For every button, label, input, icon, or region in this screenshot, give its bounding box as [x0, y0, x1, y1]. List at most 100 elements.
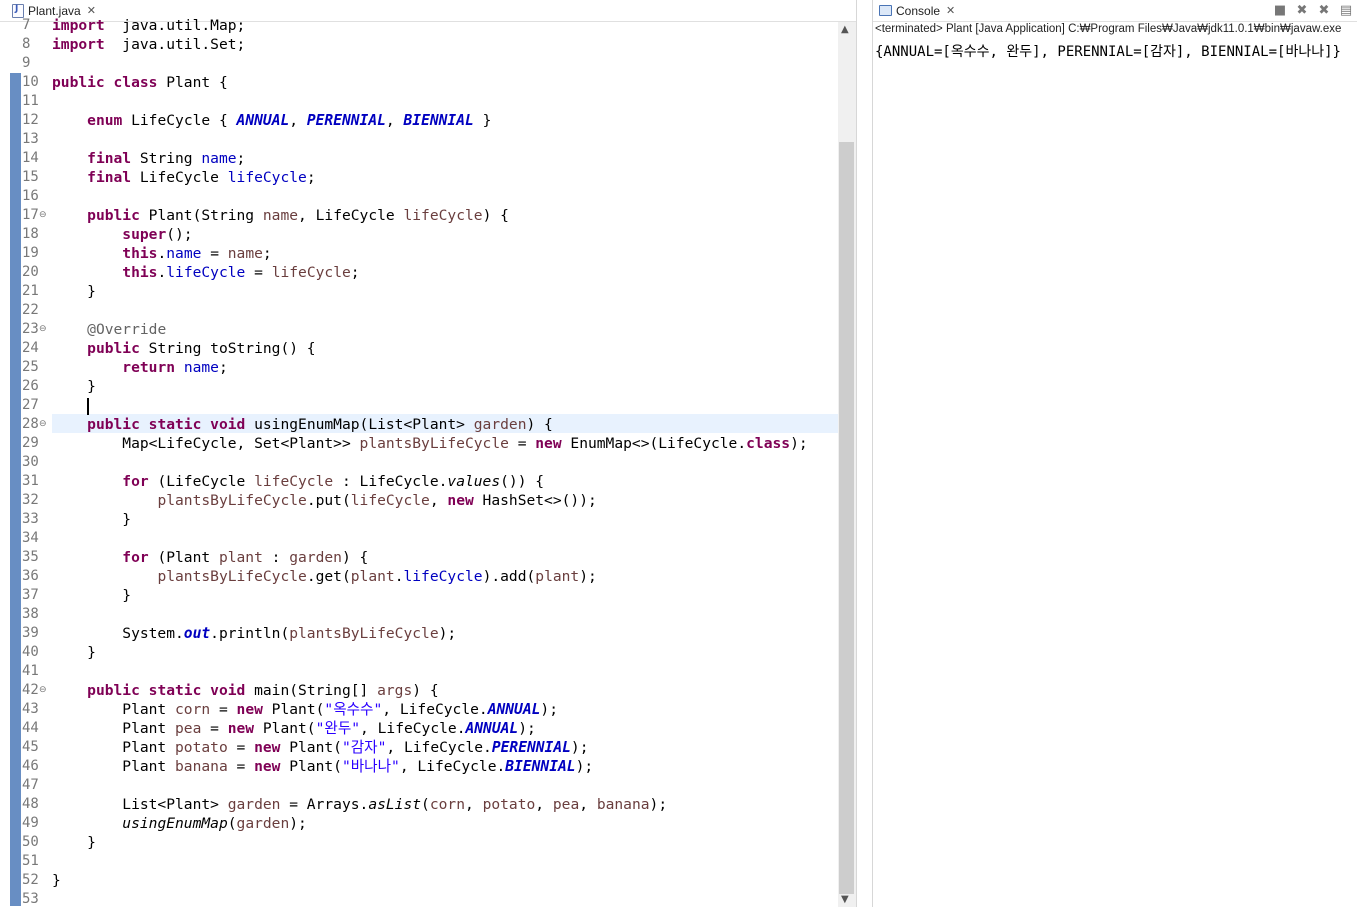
code-line[interactable]: 15 final LifeCycle lifeCycle; — [0, 168, 838, 187]
code-token: name — [183, 359, 219, 376]
code-token: .put( — [306, 492, 351, 509]
code-editor[interactable]: Plant.java ✕ 7 import java.util.Map; 8 impo… — [0, 0, 857, 907]
code-line[interactable]: 14 final String name; — [0, 149, 838, 168]
fold-toggle-icon[interactable]: ⊖ — [39, 320, 47, 339]
code-line[interactable]: 52} — [0, 871, 838, 890]
code-token: lifeCycle — [166, 264, 246, 281]
code-token: import — [52, 36, 105, 53]
code-line[interactable]: 12 enum LifeCycle { ANNUAL, PERENNIAL, B… — [0, 111, 838, 130]
scrollbar-thumb[interactable] — [839, 142, 854, 894]
code-token: ); — [790, 435, 808, 452]
code-line[interactable]: 36 plantsByLifeCycle.get(plant.lifeCycle… — [0, 567, 838, 586]
code-line[interactable]: 30 — [0, 453, 838, 472]
code-token: pea — [175, 720, 202, 737]
code-line[interactable]: 46 Plant banana = new Plant("바나나", LifeC… — [0, 757, 838, 776]
code-line[interactable]: 23 ⊖ @Override — [0, 320, 838, 339]
java-file-icon — [12, 3, 24, 18]
code-line[interactable]: 42 ⊖ public static void main(String[] arg… — [0, 681, 838, 700]
tab-console[interactable]: Console ✕ — [879, 2, 955, 19]
console-output[interactable]: {ANNUAL=[옥수수, 완두], PERENNIAL=[감자], BIENN… — [875, 41, 1341, 61]
terminate-icon[interactable]: ■ — [1272, 3, 1288, 18]
code-text — [52, 396, 90, 415]
code-token: ; — [306, 169, 316, 186]
code-token: Plant — [52, 701, 176, 718]
code-line[interactable]: 53 — [0, 890, 838, 907]
console-toolbar: ■ ✖ ✖ ▤ — [1272, 1, 1354, 19]
code-line[interactable]: 17 ⊖ public Plant(String name, LifeCycle … — [0, 206, 838, 225]
code-token: out — [183, 625, 211, 642]
remove-all-terminated-icon[interactable]: ✖ — [1316, 3, 1332, 18]
remove-launch-icon[interactable]: ✖ — [1294, 3, 1310, 18]
code-line[interactable]: 29 Map<LifeCycle, Set<Plant>> plantsByLi… — [0, 434, 838, 453]
code-line[interactable]: 48 List<Plant> garden = Arrays.asList(co… — [0, 795, 838, 814]
code-line[interactable]: 20 this.lifeCycle = lifeCycle; — [0, 263, 838, 282]
code-token: , LifeCycle. — [399, 758, 506, 775]
code-token: plant — [218, 549, 263, 566]
scroll-down-icon[interactable]: ▼ — [841, 894, 849, 905]
code-line[interactable]: 47 — [0, 776, 838, 795]
code-line[interactable]: 34 — [0, 529, 838, 548]
fold-toggle-icon[interactable]: ⊖ — [39, 681, 47, 700]
code-line[interactable]: 37 } — [0, 586, 838, 605]
code-line[interactable]: 16 — [0, 187, 838, 206]
console-icon — [879, 5, 892, 16]
code-token: ); — [575, 758, 594, 775]
code-line[interactable]: 49 usingEnumMap(garden); — [0, 814, 838, 833]
vertical-scrollbar[interactable]: ▲ ▼ — [838, 22, 856, 907]
code-line[interactable]: 32 plantsByLifeCycle.put(lifeCycle, new … — [0, 491, 838, 510]
line-number: 53 — [22, 891, 39, 907]
code-text: } — [52, 833, 96, 852]
code-token: BIENNIAL — [505, 758, 576, 775]
code-line[interactable]: 44 Plant pea = new Plant("완두", LifeCycle… — [0, 719, 838, 738]
fold-toggle-icon[interactable]: ⊖ — [39, 206, 47, 225]
code-token: super — [122, 226, 167, 243]
code-token: . — [157, 264, 167, 281]
code-line[interactable]: 31 for (LifeCycle lifeCycle : LifeCycle.… — [0, 472, 838, 491]
code-line[interactable]: 33 } — [0, 510, 838, 529]
close-icon[interactable]: ✕ — [87, 4, 96, 17]
code-line[interactable]: 18 super(); — [0, 225, 838, 244]
code-line[interactable]: 13 — [0, 130, 838, 149]
code-line[interactable]: 38 — [0, 605, 838, 624]
code-line[interactable]: 8 import java.util.Set; — [0, 35, 838, 54]
code-line[interactable]: 35 for (Plant plant : garden) { — [0, 548, 838, 567]
code-line[interactable]: 26 } — [0, 377, 838, 396]
code-token: Plant — [52, 758, 176, 775]
code-line[interactable]: 7 import java.util.Map; — [0, 17, 838, 35]
code-line[interactable]: 25 return name; — [0, 358, 838, 377]
code-line[interactable]: 45 Plant potato = new Plant("감자", LifeCy… — [0, 738, 838, 757]
line-number: 8 — [22, 36, 31, 52]
scroll-up-icon[interactable]: ▲ — [841, 24, 849, 35]
code-token: BIENNIAL — [403, 112, 474, 129]
line-number: 27 — [22, 397, 39, 413]
close-icon[interactable]: ✕ — [946, 4, 955, 17]
code-line[interactable]: 50 } — [0, 833, 838, 852]
code-line[interactable]: 9 — [0, 54, 838, 73]
code-line[interactable]: 41 — [0, 662, 838, 681]
code-line[interactable]: 21 } — [0, 282, 838, 301]
code-line[interactable]: 11 — [0, 92, 838, 111]
code-line[interactable]: 40 } — [0, 643, 838, 662]
code-line[interactable]: 19 this.name = name; — [0, 244, 838, 263]
code-line[interactable]: 22 — [0, 301, 838, 320]
code-line[interactable]: 10 public class Plant { — [0, 73, 838, 92]
code-token: enum — [87, 112, 123, 129]
line-number: 29 — [22, 435, 39, 451]
code-line[interactable]: 27 — [0, 396, 838, 415]
code-token: , — [535, 796, 553, 813]
code-token: , LifeCycle. — [360, 720, 466, 737]
code-token: final — [87, 169, 132, 186]
code-token: LifeCycle — [131, 169, 228, 186]
code-token: , LifeCycle. — [382, 701, 488, 718]
code-line[interactable]: 51 — [0, 852, 838, 871]
code-area[interactable]: 7 import java.util.Map; 8 import java.util.… — [0, 17, 838, 907]
code-line[interactable]: 28 ⊖ public static void usingEnumMap(List… — [0, 415, 838, 434]
code-line[interactable]: 39 System.out.println(plantsByLifeCycle)… — [0, 624, 838, 643]
code-line[interactable]: 43 Plant corn = new Plant("옥수수", LifeCyc… — [0, 700, 838, 719]
code-line[interactable]: 24 public String toString() { — [0, 339, 838, 358]
clear-console-icon[interactable]: ▤ — [1338, 3, 1354, 18]
fold-toggle-icon[interactable]: ⊖ — [39, 415, 47, 434]
